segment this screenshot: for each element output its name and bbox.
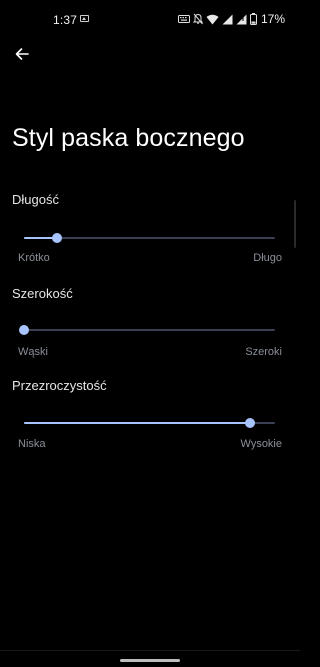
length-min-label: Krótko	[18, 252, 50, 264]
setting-label-length: Długość	[12, 192, 59, 207]
setting-label-width: Szerokość	[12, 286, 73, 301]
transparency-max-label: Wysokie	[240, 438, 282, 450]
slider-thumb[interactable]	[244, 418, 255, 428]
slider-thumb[interactable]	[51, 233, 62, 243]
length-max-label: Długo	[253, 252, 282, 264]
width-max-label: Szeroki	[245, 346, 282, 358]
slider-track	[24, 237, 275, 239]
status-time: 1:37	[53, 13, 78, 27]
keyboard-icon	[177, 14, 190, 24]
back-button[interactable]	[8, 42, 36, 70]
status-bar: 1:37 17%	[0, 0, 300, 40]
battery-percent: 17%	[260, 12, 285, 26]
transparency-slider[interactable]	[24, 413, 275, 433]
wifi-icon	[206, 14, 219, 25]
width-slider[interactable]	[19, 320, 275, 340]
slider-fill	[24, 422, 250, 424]
transparency-min-label: Niska	[18, 438, 46, 450]
slider-track	[24, 329, 275, 331]
setting-label-transparency: Przezroczystość	[12, 378, 107, 393]
image-icon	[80, 15, 89, 22]
page-title: Styl paska bocznego	[12, 124, 245, 152]
slider-thumb[interactable]	[19, 325, 29, 335]
status-icons: 17%	[177, 10, 285, 28]
mute-icon	[192, 13, 203, 25]
signal-icon	[222, 14, 233, 25]
length-slider[interactable]	[24, 228, 275, 248]
battery-icon	[249, 13, 257, 25]
scroll-indicator[interactable]	[294, 200, 296, 248]
bottom-divider	[0, 650, 300, 651]
arrow-left-icon	[14, 46, 30, 67]
signal-icon-2	[236, 14, 247, 25]
width-min-label: Wąski	[18, 346, 48, 358]
home-indicator[interactable]	[120, 659, 180, 662]
